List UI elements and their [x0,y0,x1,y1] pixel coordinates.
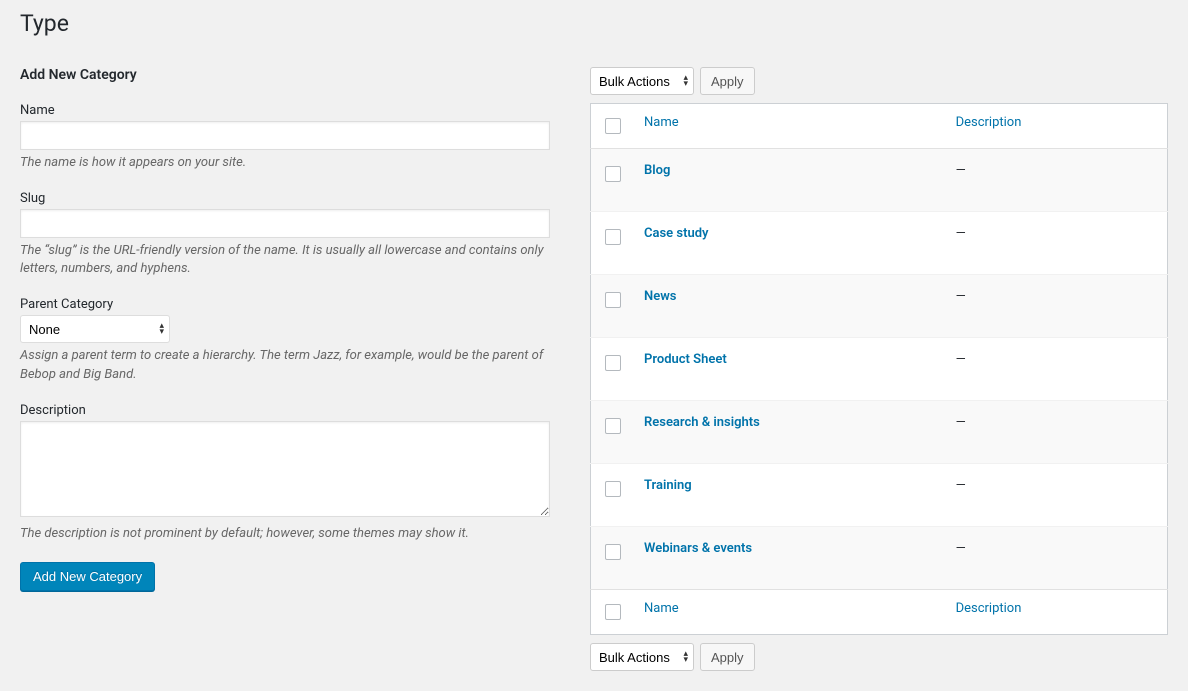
bulk-actions-top: Bulk Actions ▴▾ Apply [590,67,1168,95]
row-checkbox[interactable] [605,292,621,308]
description-help: The description is not prominent by defa… [20,525,550,544]
description-textarea[interactable] [20,421,550,517]
row-description: — [946,275,1168,338]
slug-help: The “slug” is the URL-friendly version o… [20,242,550,280]
bulk-actions-select-bottom[interactable]: Bulk Actions [590,643,694,671]
name-input[interactable] [20,121,550,150]
categories-table: Name Description Blog—Case study—News—Pr… [590,103,1168,635]
row-description: — [946,401,1168,464]
column-name-footer[interactable]: Name [644,601,679,616]
slug-label: Slug [20,191,550,206]
parent-select[interactable]: None [20,315,170,343]
parent-label: Parent Category [20,297,550,312]
row-name-link[interactable]: Product Sheet [644,352,727,367]
apply-button-top[interactable]: Apply [700,67,755,95]
row-checkbox[interactable] [605,544,621,560]
bulk-actions-bottom: Bulk Actions ▴▾ Apply [590,643,1168,671]
column-description-header[interactable]: Description [956,115,1022,130]
row-name-link[interactable]: Webinars & events [644,541,752,556]
page-title: Type [20,10,1168,37]
name-help: The name is how it appears on your site. [20,154,550,173]
table-row: Webinars & events — [591,527,1168,590]
row-description: — [946,149,1168,212]
apply-button-bottom[interactable]: Apply [700,643,755,671]
row-name-link[interactable]: Blog [644,163,670,178]
row-name-link[interactable]: News [644,289,676,304]
row-checkbox[interactable] [605,355,621,371]
description-label: Description [20,403,550,418]
row-checkbox[interactable] [605,481,621,497]
row-name-link[interactable]: Research & insights [644,415,760,430]
select-all-checkbox-bottom[interactable] [605,604,621,620]
form-heading: Add New Category [20,67,550,83]
row-name-link[interactable]: Case study [644,226,708,241]
add-category-button[interactable]: Add New Category [20,562,155,591]
name-label: Name [20,103,550,118]
row-checkbox[interactable] [605,418,621,434]
table-row: Training — [591,464,1168,527]
row-description: — [946,212,1168,275]
row-checkbox[interactable] [605,229,621,245]
slug-input[interactable] [20,209,550,238]
row-name-link[interactable]: Training [644,478,692,493]
parent-help: Assign a parent term to create a hierarc… [20,347,550,385]
table-row: Case study — [591,212,1168,275]
row-description: — [946,338,1168,401]
column-name-header[interactable]: Name [644,115,679,130]
table-row: Research & insights — [591,401,1168,464]
column-description-footer[interactable]: Description [956,601,1022,616]
select-all-checkbox-top[interactable] [605,118,621,134]
row-description: — [946,527,1168,590]
table-row: Product Sheet — [591,338,1168,401]
table-row: News — [591,275,1168,338]
bulk-actions-select-top[interactable]: Bulk Actions [590,67,694,95]
row-checkbox[interactable] [605,166,621,182]
table-row: Blog — [591,149,1168,212]
row-description: — [946,464,1168,527]
add-category-form: Add New Category Name The name is how it… [20,67,550,671]
